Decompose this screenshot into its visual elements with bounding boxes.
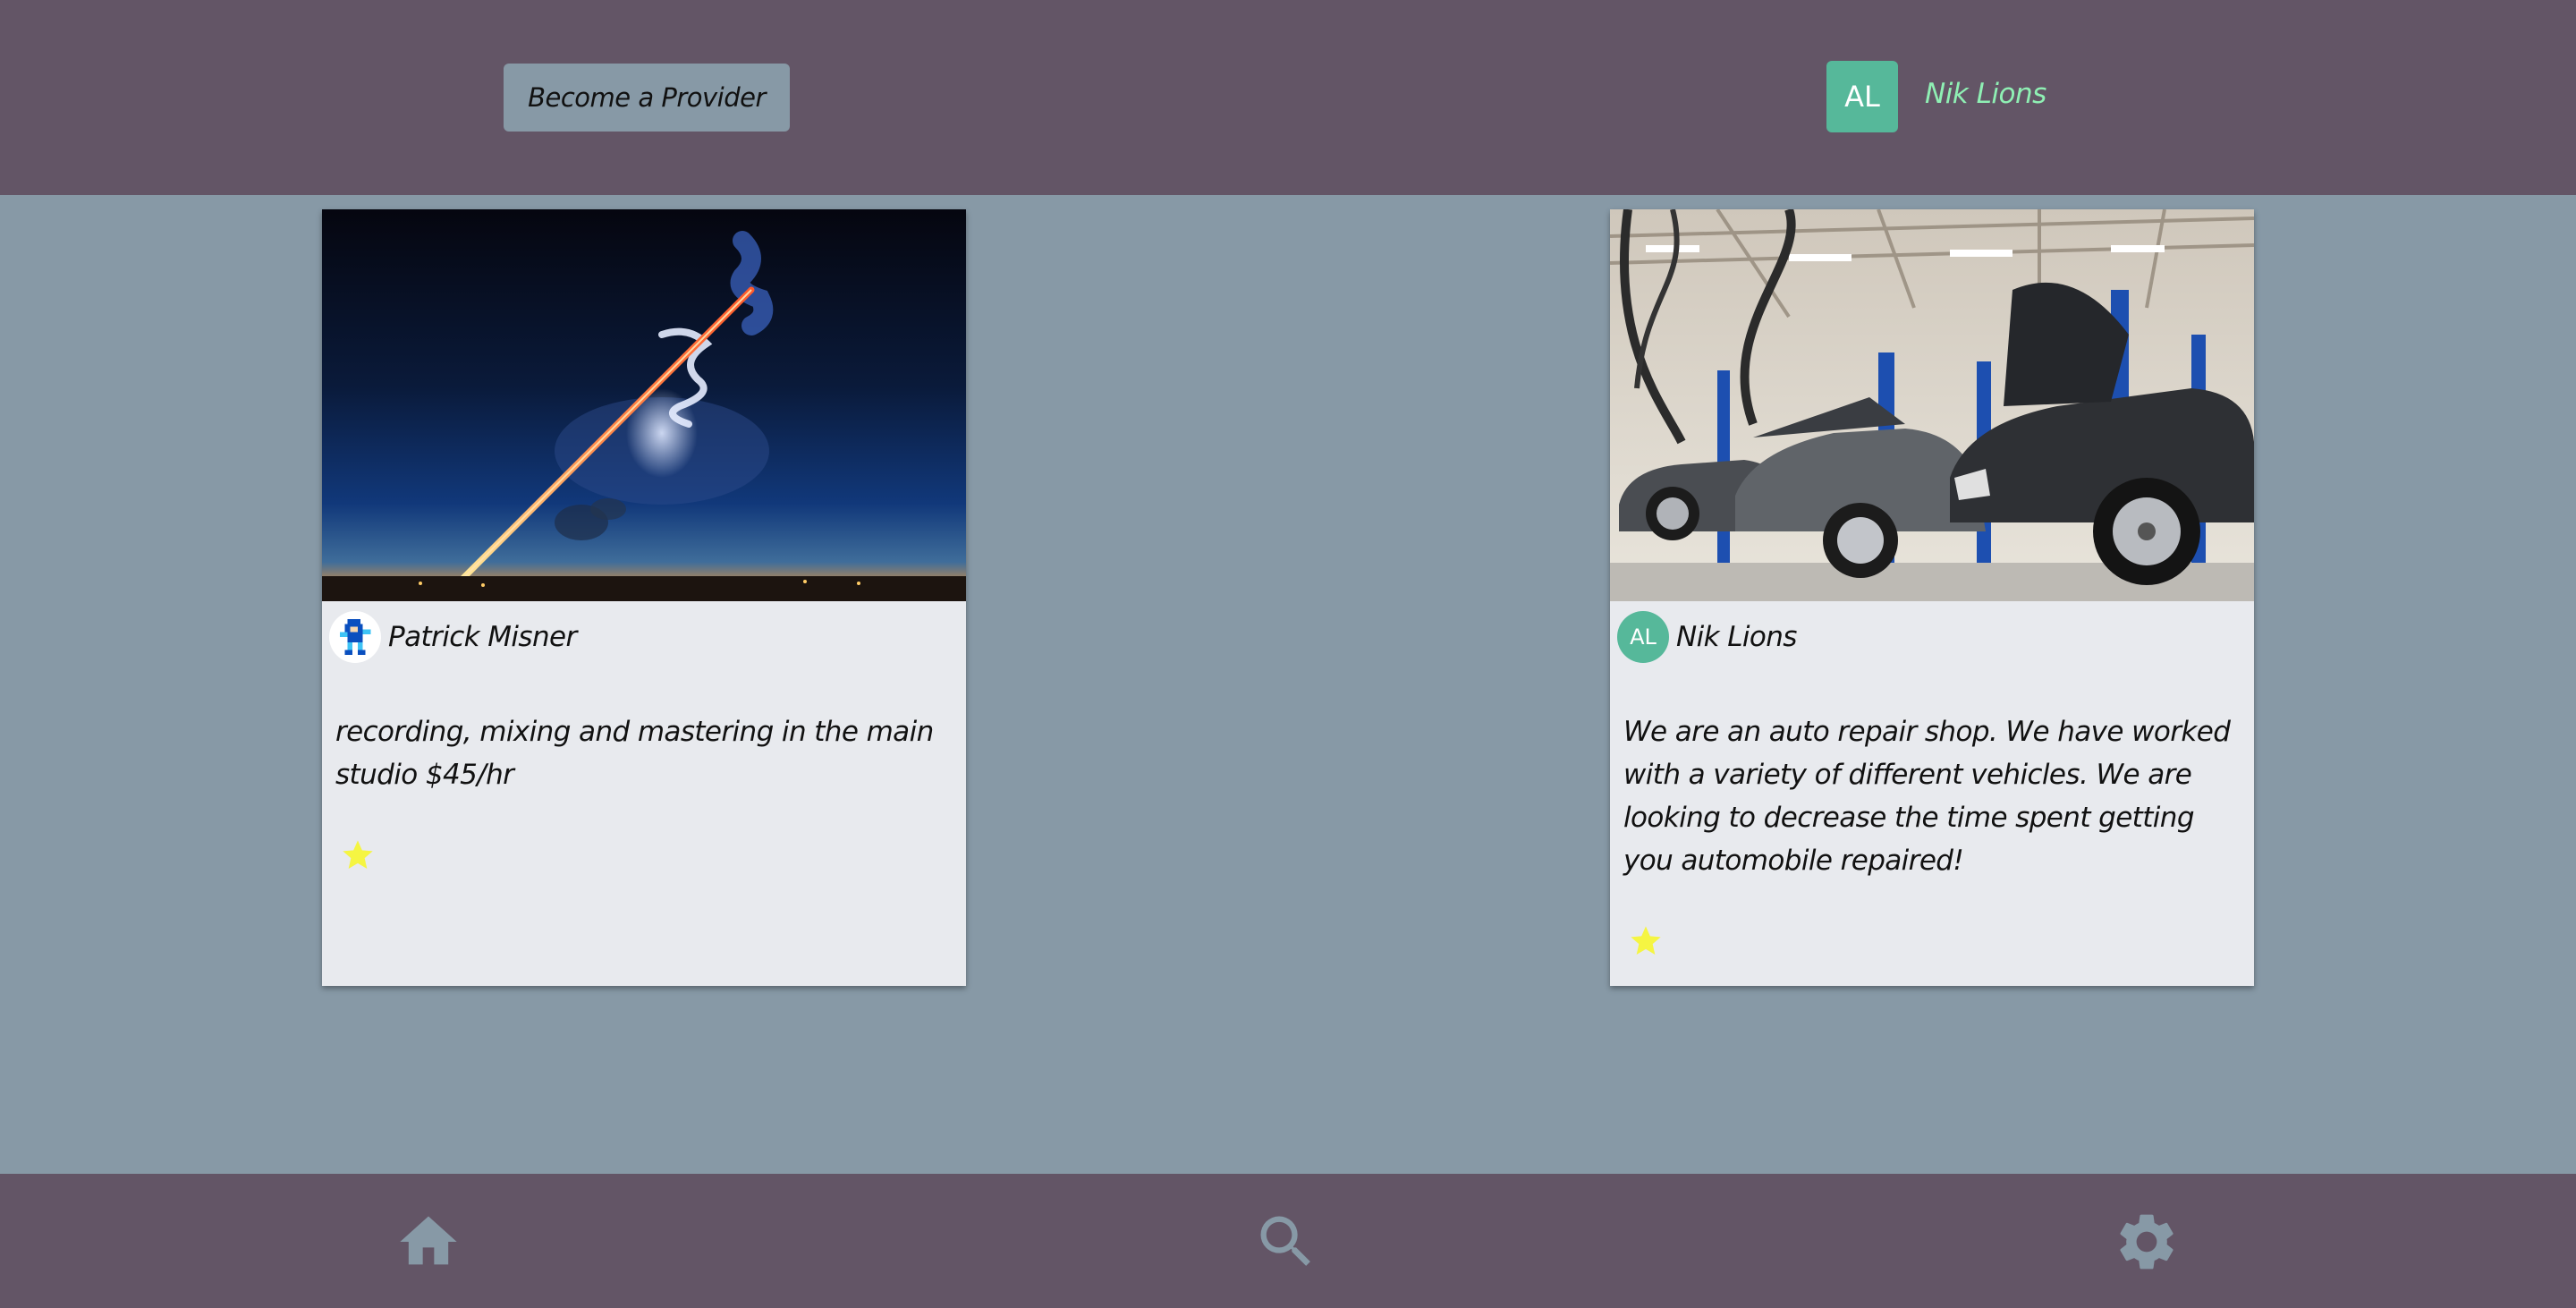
bottom-nav bbox=[0, 1174, 2576, 1308]
user-name-link[interactable]: Nik Lions bbox=[1925, 73, 2046, 115]
user-avatar[interactable]: AL bbox=[1826, 61, 1898, 132]
become-provider-button[interactable]: Become a Provider bbox=[504, 64, 790, 132]
settings-icon[interactable] bbox=[2113, 1208, 2181, 1276]
card-image-auto-repair-garage bbox=[1610, 209, 2254, 601]
card-image-rocket-launch bbox=[322, 209, 966, 601]
card-description: We are an auto repair shop. We have work… bbox=[1623, 716, 2231, 877]
author-avatar-pixel-icon bbox=[329, 611, 381, 663]
top-header: Become a Provider AL Nik Lions bbox=[0, 0, 2576, 195]
author-avatar: AL bbox=[1617, 611, 1669, 663]
author-name[interactable]: Nik Lions bbox=[1676, 621, 1797, 653]
star-rating-icon[interactable] bbox=[1628, 923, 1664, 959]
search-icon[interactable] bbox=[1252, 1208, 1320, 1276]
provider-card[interactable]: AL Nik Lions We are an auto repair shop.… bbox=[1610, 209, 2254, 986]
star-rating-icon[interactable] bbox=[340, 837, 376, 873]
card-description: recording, mixing and mastering in the m… bbox=[335, 716, 934, 791]
card-author[interactable]: Patrick Misner bbox=[329, 608, 577, 666]
home-icon[interactable] bbox=[394, 1208, 462, 1276]
card-author[interactable]: AL Nik Lions bbox=[1617, 608, 1797, 666]
author-name[interactable]: Patrick Misner bbox=[388, 621, 577, 653]
provider-card[interactable]: Patrick Misner recording, mixing and mas… bbox=[322, 209, 966, 986]
